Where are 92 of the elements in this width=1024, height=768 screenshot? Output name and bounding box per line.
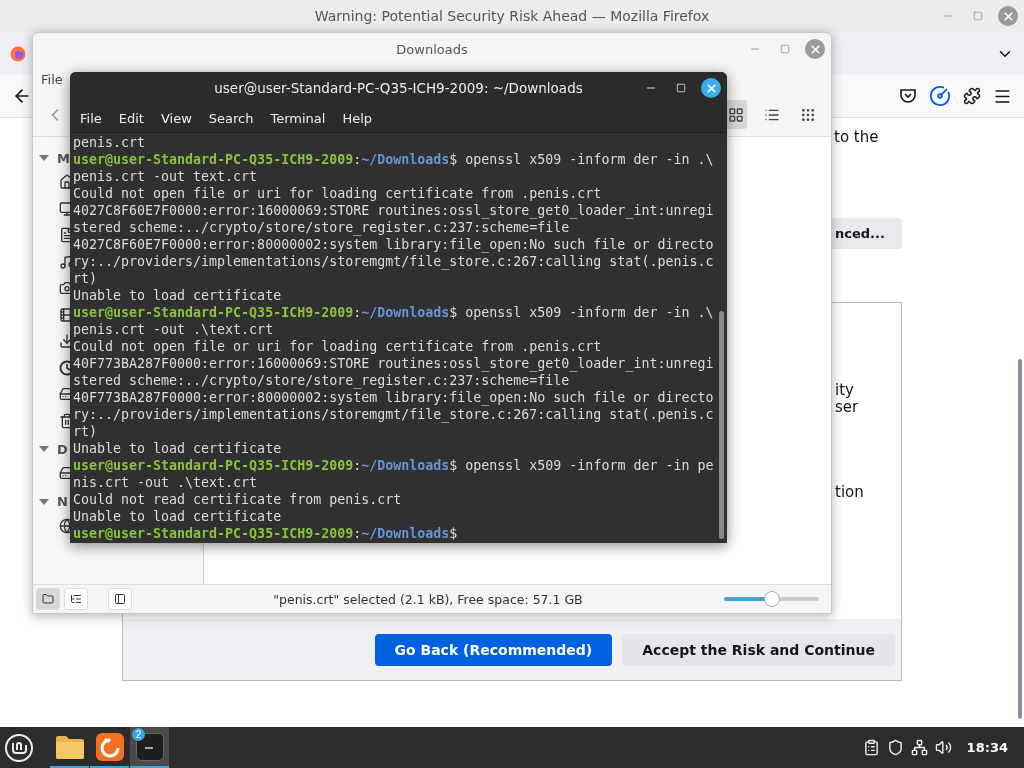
output-line: ry:../providers/implementations/storemgmt/file_store.c:267:calling stat(.penis.c bbox=[73, 406, 715, 423]
status-text: "penis.crt" selected (2.1 kB), Free space: 57.1 GB bbox=[272, 591, 584, 607]
advanced-button[interactable]: nced... bbox=[832, 218, 902, 249]
tree-icon bbox=[70, 593, 82, 605]
output-line: Could not read certificate from penis.crt bbox=[73, 491, 403, 508]
menu-item[interactable]: Terminal bbox=[269, 110, 327, 126]
compact-view-icon bbox=[800, 106, 816, 123]
slider-thumb[interactable] bbox=[763, 591, 780, 607]
tree-pane-button[interactable] bbox=[64, 588, 88, 610]
paragraph-text: tion bbox=[835, 484, 865, 501]
menu-item[interactable]: Edit bbox=[117, 110, 145, 126]
network-icon[interactable] bbox=[59, 517, 70, 534]
shield-icon[interactable] bbox=[886, 739, 904, 756]
output-line: penis.crt -out text.crt bbox=[73, 168, 259, 185]
music-icon[interactable] bbox=[59, 253, 70, 270]
close-icon bbox=[1001, 9, 1015, 23]
output-line: stered scheme:../crypto/store/store_register.c:237:scheme=file bbox=[73, 372, 571, 389]
output-line: 40F773BA287F0000:error:16000069:STORE routines:ossl_store_get0_loader_int:unregi bbox=[73, 355, 715, 372]
accept-risk-button[interactable]: Accept the Risk and Continue bbox=[622, 633, 895, 666]
puzzle-icon[interactable] bbox=[963, 87, 981, 105]
close-icon bbox=[808, 42, 822, 56]
section-heading: D bbox=[57, 441, 68, 457]
menu-item[interactable]: View bbox=[159, 110, 193, 126]
section-heading: N bbox=[57, 494, 68, 509]
icons-view-icon bbox=[728, 106, 744, 123]
network-icon[interactable] bbox=[910, 739, 928, 756]
downloads-icon[interactable] bbox=[59, 333, 70, 350]
browser-icon[interactable] bbox=[10, 45, 26, 62]
prompt-line: user@user-Standard-PC-Q35-ICH9-2009:~/Downloads$ openssl x509 -inform der -in .\ bbox=[73, 151, 715, 168]
scrollbar[interactable] bbox=[1018, 359, 1022, 719]
output-line: 4027C8F60E7F0000:error:80000002:system library:file_open:No such file or directo bbox=[73, 236, 715, 253]
output-line: stered scheme:../crypto/store/store_register.c:237:scheme=file bbox=[73, 219, 571, 236]
section-heading: M bbox=[57, 150, 70, 166]
output-line: 4027C8F60E7F0000:error:16000069:STORE routines:ossl_store_get0_loader_int:unregi bbox=[73, 202, 715, 219]
output-line: penis.crt bbox=[73, 134, 147, 151]
menu-item[interactable]: File bbox=[40, 71, 64, 87]
expander-icon[interactable] bbox=[39, 155, 49, 161]
close-icon bbox=[704, 81, 718, 95]
places-icon bbox=[42, 593, 54, 605]
toggle-icon bbox=[114, 593, 126, 605]
go-back-button[interactable]: Go Back (Recommended) bbox=[374, 633, 613, 666]
pocket-icon[interactable] bbox=[899, 87, 917, 105]
menu-logo-icon[interactable] bbox=[4, 732, 34, 763]
menu-item[interactable]: Help bbox=[341, 110, 374, 126]
output-line: nis.crt -out .\text.crt bbox=[73, 474, 259, 491]
computer-icon[interactable] bbox=[59, 386, 70, 403]
maximize-icon bbox=[780, 44, 790, 54]
paragraph-text: to the bbox=[834, 129, 880, 146]
paragraph-text: ity bbox=[835, 382, 855, 399]
videos-icon[interactable] bbox=[59, 306, 70, 323]
output-line: 40F773BA287F0000:error:80000002:system library:file_open:No such file or directo bbox=[73, 389, 715, 406]
output-line: ry:../providers/implementations/storemgmt/file_store.c:267:calling stat(.penis.c bbox=[73, 253, 715, 270]
prompt-line: user@user-Standard-PC-Q35-ICH9-2009:~/Downloads$ bbox=[73, 525, 459, 542]
prompt-line: user@user-Standard-PC-Q35-ICH9-2009:~/Downloads$ openssl x509 -inform der -in .\ bbox=[73, 304, 715, 321]
expander-icon[interactable] bbox=[39, 446, 49, 452]
pictures-icon[interactable] bbox=[59, 280, 70, 297]
output-line: rt) bbox=[73, 270, 99, 287]
icons-view-button[interactable] bbox=[725, 100, 747, 129]
output-line: penis.crt -out .\text.crt bbox=[73, 321, 275, 338]
paragraph-text: ser bbox=[835, 399, 860, 416]
home-icon[interactable] bbox=[59, 174, 70, 191]
account-icon[interactable] bbox=[929, 85, 951, 107]
desktop-icon[interactable] bbox=[59, 200, 70, 217]
output-line: Unable to load certificate bbox=[73, 440, 283, 457]
clock[interactable]: 18:34 bbox=[966, 740, 1008, 755]
prompt-line: user@user-Standard-PC-Q35-ICH9-2009:~/Downloads$ openssl x509 -inform der -in pe bbox=[73, 457, 715, 474]
folder-icon bbox=[54, 733, 85, 760]
menu-item[interactable]: Search bbox=[207, 110, 255, 126]
output-line: Could not open file or uri for loading certificate from .penis.crt bbox=[73, 338, 603, 355]
drive-icon[interactable] bbox=[59, 465, 70, 482]
window-count-badge: 2 bbox=[132, 728, 145, 741]
terminal-icon bbox=[135, 732, 164, 761]
menu-item[interactable]: File bbox=[79, 110, 103, 126]
output-line: Unable to load certificate bbox=[73, 287, 283, 304]
volume-icon[interactable] bbox=[934, 739, 952, 756]
maximize-icon bbox=[676, 83, 686, 93]
scrollbar[interactable] bbox=[719, 311, 724, 539]
output-line: Could not open file or uri for loading certificate from .penis.crt bbox=[73, 185, 603, 202]
output-line: rt) bbox=[73, 423, 99, 440]
output-line: Unable to load certificate bbox=[73, 508, 283, 525]
toggle-pane-button[interactable] bbox=[108, 588, 132, 610]
close-button[interactable] bbox=[701, 78, 721, 98]
clipboard-icon[interactable] bbox=[862, 739, 880, 756]
window-title: Downloads bbox=[396, 41, 468, 57]
recent-icon[interactable] bbox=[59, 359, 70, 376]
window-title: user@user-Standard-PC-Q35-ICH9-2009: ~/Downloads bbox=[214, 80, 583, 96]
browser-icon bbox=[95, 732, 124, 761]
zoom-slider[interactable] bbox=[724, 591, 819, 607]
expander-icon[interactable] bbox=[39, 498, 49, 505]
window-title: Warning: Potential Security Risk Ahead — Mozilla Firefox bbox=[314, 8, 710, 24]
maximize-icon bbox=[973, 11, 983, 21]
documents-icon[interactable] bbox=[59, 227, 70, 244]
